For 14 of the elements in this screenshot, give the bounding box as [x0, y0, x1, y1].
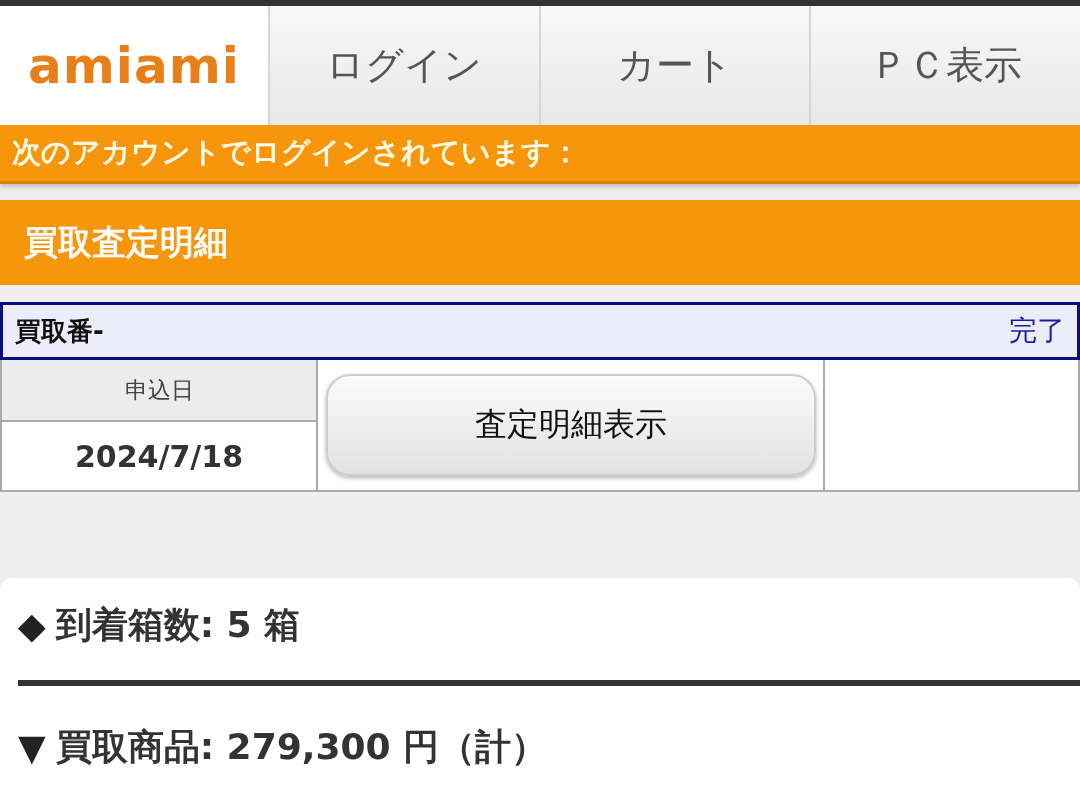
status-text: 完了	[1009, 313, 1065, 349]
table-header-cell: 申込日	[2, 360, 316, 422]
list-marker: ▼	[18, 726, 46, 768]
nav-tab[interactable]: ログイン	[268, 6, 539, 125]
summary-text: 到着箱数: 5 箱	[55, 602, 301, 647]
login-notice: 次のアカウントでログインされています：	[0, 125, 1080, 184]
list-marker: ◆	[18, 604, 46, 646]
detail-button[interactable]: 査定明細表示	[325, 374, 816, 476]
nav-tab[interactable]: カート	[538, 6, 810, 125]
nav-tab[interactable]: ＰＣ表示	[809, 6, 1080, 125]
page-title: 買取査定明細	[0, 200, 1080, 285]
purchase-number: 買取番-	[15, 314, 104, 348]
summary-text: 買取商品: 279,300 円（計）	[55, 724, 548, 769]
table-cell-text: 2024/7/18	[73, 437, 244, 476]
